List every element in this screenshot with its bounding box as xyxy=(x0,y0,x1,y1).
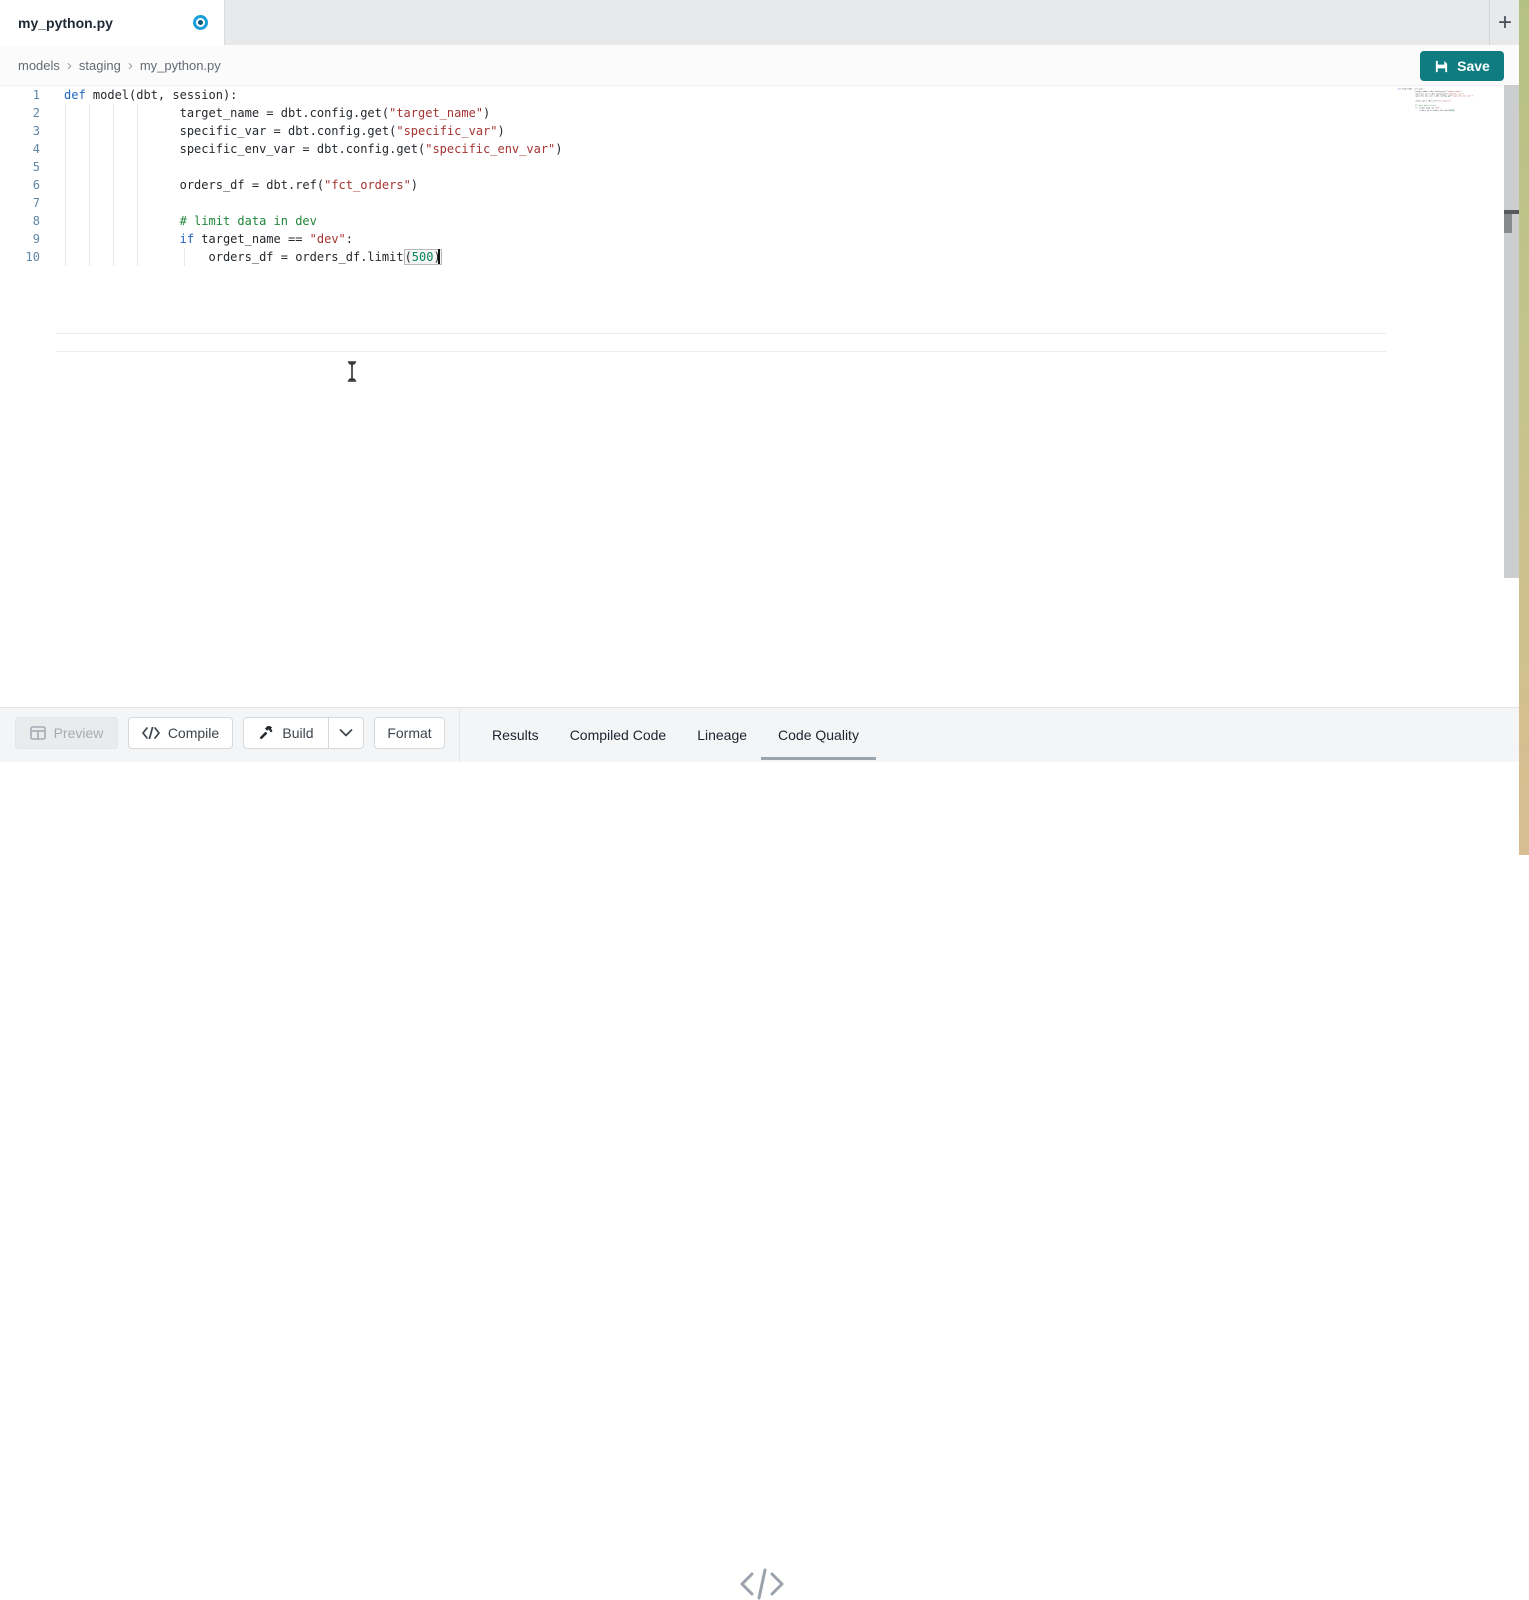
new-tab-button[interactable]: + xyxy=(1491,0,1519,45)
code-text: def model(dbt, session): xyxy=(64,86,237,104)
line-number: 8 xyxy=(0,212,40,230)
code-text: # limit data in dev xyxy=(64,212,317,230)
code-line-3[interactable]: 3 specific_var = dbt.config.get("specifi… xyxy=(0,122,1500,140)
panel-tab-lineage[interactable]: Lineage xyxy=(697,723,747,747)
scrollbar-thumb[interactable] xyxy=(1504,214,1512,233)
tab-title: my_python.py xyxy=(18,15,113,31)
line-number: 1 xyxy=(0,86,40,104)
indent-guide xyxy=(184,248,185,266)
format-label: Format xyxy=(387,725,431,741)
chevron-down-icon xyxy=(339,729,353,737)
code-icon xyxy=(142,727,160,739)
panel-tab-compiled-code[interactable]: Compiled Code xyxy=(570,723,667,747)
code-line-8[interactable]: 8 # limit data in dev xyxy=(0,212,1500,230)
minimap-code: def model(dbt, session): target_name = d… xyxy=(1398,88,1412,111)
indent-guide xyxy=(89,104,90,266)
line-number: 7 xyxy=(0,194,40,212)
breadcrumb-item[interactable]: models xyxy=(18,58,60,73)
tab-strip: my_python.py + xyxy=(0,0,1519,45)
indent-guide xyxy=(137,104,138,266)
line-number: 6 xyxy=(0,176,40,194)
code-placeholder-icon xyxy=(738,1568,786,1600)
line-number: 2 xyxy=(0,104,40,122)
indent-guide xyxy=(113,104,114,266)
format-button[interactable]: Format xyxy=(374,717,445,749)
plus-icon: + xyxy=(1498,9,1512,37)
panel-content xyxy=(0,762,1519,855)
line-number: 9 xyxy=(0,230,40,248)
panel-tab-results[interactable]: Results xyxy=(492,723,539,747)
table-icon xyxy=(30,726,46,740)
code-line-4[interactable]: 4 specific_env_var = dbt.config.get("spe… xyxy=(0,140,1500,158)
breadcrumb-separator-icon: › xyxy=(128,58,133,73)
code-line-1[interactable]: 1 def model(dbt, session): xyxy=(0,86,1500,104)
toolbar-separator xyxy=(459,707,460,762)
breadcrumb: models › staging › my_python.py xyxy=(18,58,221,73)
preview-button[interactable]: Preview xyxy=(15,717,118,749)
code-text: specific_var = dbt.config.get("specific_… xyxy=(64,122,505,140)
save-label: Save xyxy=(1457,58,1490,74)
code-text: specific_env_var = dbt.config.get("speci… xyxy=(64,140,563,158)
text-caret xyxy=(438,249,440,264)
tabstrip-divider xyxy=(1489,0,1490,45)
code-line-5[interactable]: 5 xyxy=(0,158,1500,176)
current-line-highlight xyxy=(56,333,1386,352)
line-number: 10 xyxy=(0,248,40,266)
code-line-6[interactable]: 6 orders_df = dbt.ref("fct_orders") xyxy=(0,176,1500,194)
code-line-7[interactable]: 7 xyxy=(0,194,1500,212)
hammer-icon xyxy=(258,725,274,741)
scrollbar-track[interactable] xyxy=(1504,85,1519,578)
breadcrumb-separator-icon: › xyxy=(67,58,72,73)
line-number: 4 xyxy=(0,140,40,158)
minimap[interactable]: def model(dbt, session): target_name = d… xyxy=(1398,88,1490,198)
compile-button[interactable]: Compile xyxy=(128,717,233,749)
floppy-save-icon xyxy=(1434,59,1449,74)
code-text: target_name = dbt.config.get("target_nam… xyxy=(64,104,490,122)
build-button[interactable]: Build xyxy=(243,717,329,749)
panel-tab-code-quality[interactable]: Code Quality xyxy=(778,723,859,747)
code-line-2[interactable]: 2 target_name = dbt.config.get("target_n… xyxy=(0,104,1500,122)
line-number: 5 xyxy=(0,158,40,176)
code-text: if target_name == "dev": xyxy=(64,230,353,248)
line-number: 3 xyxy=(0,122,40,140)
code-text: orders_df = orders_df.limit(500) xyxy=(64,248,442,266)
breadcrumb-bar: models › staging › my_python.py xyxy=(0,45,1519,86)
breadcrumb-item[interactable]: staging xyxy=(79,58,121,73)
tab-my-python-py[interactable]: my_python.py xyxy=(0,0,225,45)
indent-guide xyxy=(65,104,66,266)
panel-tabs: Results Compiled Code Lineage Code Quality xyxy=(492,707,859,762)
preview-label: Preview xyxy=(54,725,104,741)
code-line-10[interactable]: 10 orders_df = orders_df.limit(500) xyxy=(0,248,1500,266)
build-label: Build xyxy=(282,725,313,741)
code-editor[interactable]: 1def model(dbt, session):2 target_name =… xyxy=(0,86,1519,707)
build-options-button[interactable] xyxy=(328,717,364,749)
unsaved-changes-dot-icon xyxy=(193,15,208,30)
save-button[interactable]: Save xyxy=(1420,51,1504,81)
code-text: orders_df = dbt.ref("fct_orders") xyxy=(64,176,418,194)
window-edge-strip xyxy=(1519,0,1529,855)
compile-label: Compile xyxy=(168,725,219,741)
code-line-9[interactable]: 9 if target_name == "dev": xyxy=(0,230,1500,248)
breadcrumb-item[interactable]: my_python.py xyxy=(140,58,221,73)
